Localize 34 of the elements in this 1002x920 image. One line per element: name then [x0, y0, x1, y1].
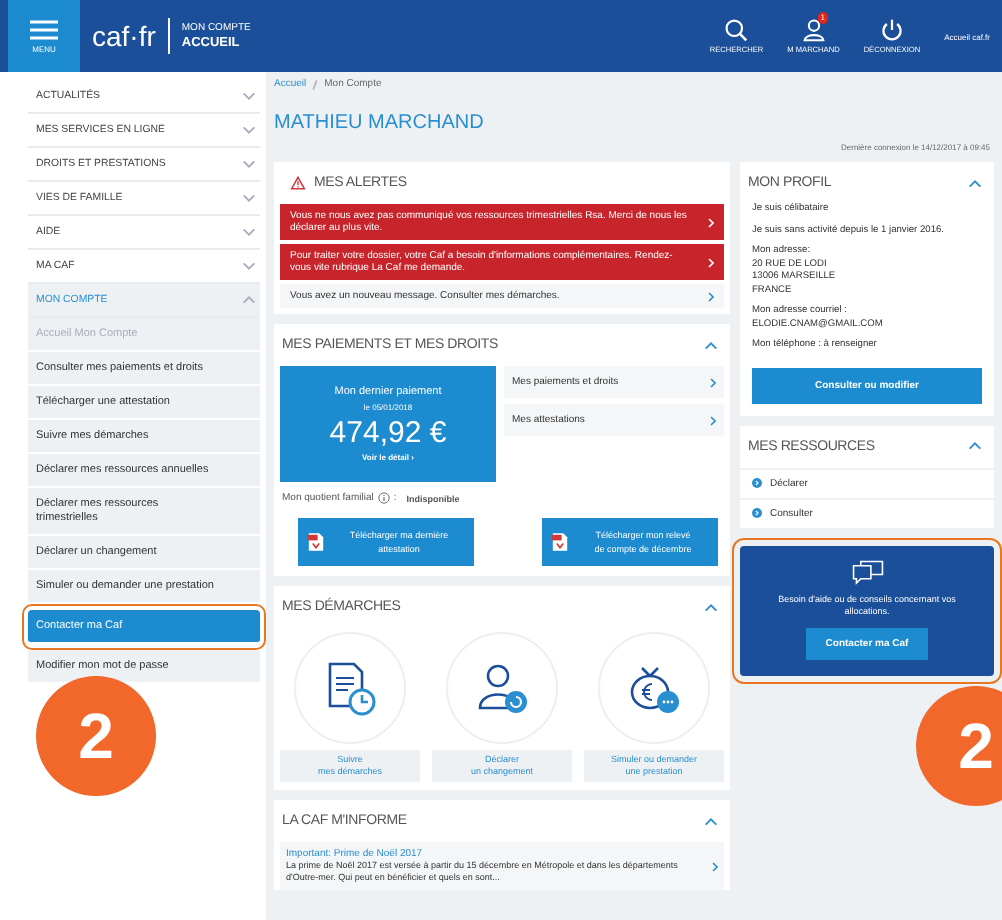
- chevron-right-icon: [712, 861, 718, 871]
- menu-icon: [30, 19, 58, 39]
- chevron-down-icon: [242, 126, 256, 134]
- chevron-up-icon: [704, 341, 718, 349]
- pdf-file-icon: [308, 532, 324, 552]
- chevron-right-icon: [708, 291, 714, 301]
- chevron-right-icon: [710, 415, 716, 425]
- logo-text[interactable]: caf·fr: [92, 18, 170, 54]
- chevron-right-icon: [708, 257, 714, 267]
- user-name-heading: MATHIEU MARCHAND: [274, 112, 486, 134]
- chevron-down-icon: [242, 92, 256, 100]
- breadcrumb-separator: [312, 78, 318, 90]
- chevron-down-icon: [242, 262, 256, 270]
- user-icon: [801, 18, 826, 42]
- payment-amount: 474,92 €: [329, 416, 447, 450]
- info-icon[interactable]: [377, 492, 390, 504]
- search-icon: [724, 18, 749, 42]
- chevron-right-icon: [710, 377, 716, 387]
- warning-icon: [290, 176, 306, 190]
- chat-bubbles-icon: [851, 559, 883, 585]
- chevron-up-icon: [704, 603, 718, 611]
- chevron-right-icon: [708, 217, 714, 227]
- chevron-down-icon: [242, 160, 256, 168]
- chevron-up-icon: [968, 179, 982, 187]
- pdf-file-icon: [552, 532, 568, 552]
- chevron-down-icon: [242, 228, 256, 236]
- step-number-badge: 2: [916, 686, 1002, 806]
- chevron-circle-icon: [752, 478, 762, 488]
- chevron-up-icon: [704, 817, 718, 825]
- power-icon: [879, 18, 904, 42]
- chevron-up-icon: [968, 442, 982, 450]
- chevron-down-icon: [242, 194, 256, 202]
- chevron-up-icon: [242, 296, 256, 304]
- chevron-circle-icon: [752, 508, 762, 518]
